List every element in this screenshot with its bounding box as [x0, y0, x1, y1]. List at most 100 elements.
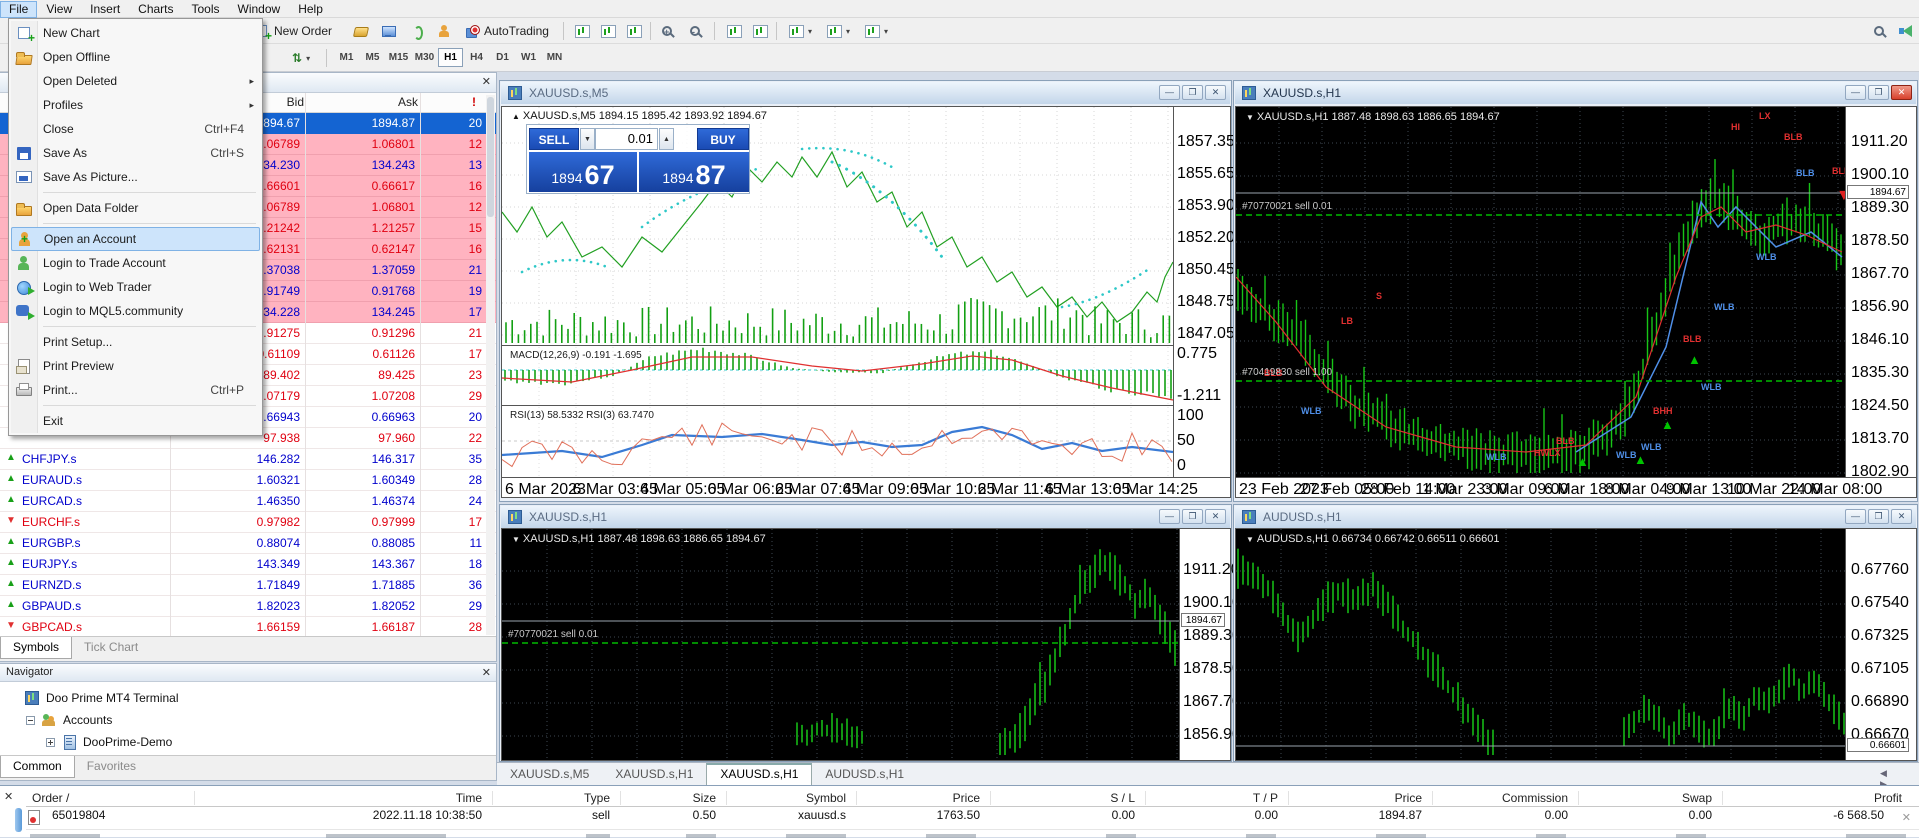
file-menu-item[interactable]: Print Setup... [11, 330, 260, 354]
close-button[interactable]: ✕ [1891, 509, 1912, 524]
indicators-button[interactable]: ▾ [784, 21, 816, 41]
chart-tab[interactable]: XAUUSD.s,M5 [497, 764, 602, 785]
chart-titlebar[interactable]: XAUUSD.s,M5 [501, 82, 1230, 104]
cascade-windows-button[interactable] [748, 21, 772, 41]
pane-divider[interactable] [501, 405, 1174, 406]
file-menu-item[interactable]: New Chart [11, 21, 260, 45]
market-watch-row[interactable]: ▲ EURNZD.s 1.71849 1.71885 36 [0, 575, 496, 596]
price2-column-header[interactable]: Price [1288, 791, 1428, 805]
chart-titlebar[interactable]: AUDUSD.s,H1 [1235, 506, 1916, 528]
restore-button[interactable]: ❐ [1868, 85, 1889, 100]
close-button[interactable]: ✕ [1205, 509, 1226, 524]
file-menu-item[interactable]: Login to Web Trader [11, 275, 260, 299]
file-menu-item[interactable]: Profiles ▸ [11, 93, 260, 117]
profit-column-header[interactable]: Profit [1722, 791, 1908, 805]
minimize-button[interactable]: — [1159, 85, 1180, 100]
autotrading-button[interactable]: AutoTrading [460, 21, 553, 41]
close-button[interactable]: ✕ [1205, 85, 1226, 100]
restore-button[interactable]: ❐ [1182, 509, 1203, 524]
notifications-button[interactable] [1894, 21, 1918, 41]
time-column-header[interactable]: Time [194, 791, 488, 805]
accounts-button[interactable] [432, 21, 456, 41]
tp-column-header[interactable]: T / P [1145, 791, 1284, 805]
timeframe-button[interactable]: MN [542, 48, 567, 67]
symbol-column-header[interactable]: Symbol [726, 791, 852, 805]
terminal-close-icon[interactable]: ✕ [4, 790, 13, 803]
price-column-header[interactable]: Price [856, 791, 986, 805]
file-menu-item[interactable]: Open an Account [11, 227, 260, 251]
column-divider[interactable] [305, 93, 306, 636]
lot-increase-button[interactable]: ▲ [659, 128, 674, 150]
chart-tab[interactable]: AUDUSD.s,H1 [812, 764, 917, 785]
swap-column-header[interactable]: Swap [1578, 791, 1718, 805]
timeframe-button[interactable]: H1 [438, 48, 463, 67]
chart-tab[interactable]: XAUUSD.s,H1 [602, 764, 706, 785]
navigator-close-icon[interactable]: ✕ [482, 666, 491, 679]
market-watch-row[interactable]: ▲ EURGBP.s 0.88074 0.88085 11 [0, 533, 496, 554]
menu-item[interactable]: Charts [129, 1, 182, 18]
pane-divider[interactable] [501, 345, 1174, 346]
chart-tab[interactable]: XAUUSD.s,H1 [706, 763, 812, 786]
search-button[interactable] [1870, 21, 1888, 41]
file-menu-item[interactable]: Print Preview [11, 354, 260, 378]
market-watch-row[interactable]: ▲ EURAUD.s 1.60321 1.60349 28 [0, 470, 496, 491]
templates-button[interactable]: ▾ [860, 21, 892, 41]
file-menu-item[interactable]: Open Deleted ▸ [11, 69, 260, 93]
market-watch-row[interactable]: ▲ CHFJPY.s 146.282 146.317 35 [0, 449, 496, 470]
market-watch-tab[interactable]: Tick Chart [72, 637, 150, 658]
market-watch-row[interactable]: ▲ EURJPY.s 143.349 143.367 18 [0, 554, 496, 575]
close-button[interactable]: ✕ [1891, 85, 1912, 100]
file-menu-item[interactable]: Login to MQL5.community [11, 299, 260, 323]
file-menu-item[interactable] [11, 323, 260, 330]
signals-button[interactable] [404, 21, 428, 41]
menu-item[interactable]: Help [289, 1, 332, 18]
market-watch-row[interactable]: ▼ EURCHF.s 0.97982 0.97999 17 [0, 512, 496, 533]
timeframe-button[interactable]: D1 [490, 48, 515, 67]
file-menu-item[interactable]: Login to Trade Account [11, 251, 260, 275]
market-watch-tab[interactable]: Symbols [0, 637, 72, 659]
menu-item[interactable]: View [37, 1, 81, 18]
menu-item[interactable]: Window [229, 1, 290, 18]
file-menu-item[interactable]: Print... Ctrl+P [11, 378, 260, 402]
minimize-button[interactable]: — [1159, 509, 1180, 524]
timeframe-button[interactable]: M1 [334, 48, 359, 67]
file-menu-item[interactable]: Close Ctrl+F4 [11, 117, 260, 141]
buy-button[interactable]: BUY [697, 128, 749, 150]
close-position-icon[interactable]: ✕ [1902, 811, 1911, 824]
timeframe-button[interactable]: H4 [464, 48, 489, 67]
market-watch-close-icon[interactable]: ✕ [482, 76, 491, 88]
periods-button[interactable]: ▾ [822, 21, 854, 41]
timeframe-button[interactable]: W1 [516, 48, 541, 67]
chart-titlebar[interactable]: XAUUSD.s,H1 [501, 506, 1230, 528]
timeframe-button[interactable]: M30 [412, 48, 437, 67]
chart-shift-button[interactable] [570, 21, 594, 41]
navigator-tab[interactable]: Common [0, 756, 75, 778]
chart-autoscroll-button[interactable] [596, 21, 620, 41]
chart-titlebar[interactable]: XAUUSD.s,H1 [1235, 82, 1916, 104]
timeframe-button[interactable]: M15 [386, 48, 411, 67]
market-watch-toolbar-button[interactable] [348, 21, 372, 41]
file-menu-item[interactable]: Save As Ctrl+S [11, 141, 260, 165]
restore-button[interactable]: ❐ [1182, 85, 1203, 100]
market-watch-scrollbar[interactable] [486, 95, 495, 635]
navigator-root-item[interactable]: Doo Prime MT4 Terminal [24, 688, 178, 708]
chart2-price-axis[interactable] [1846, 106, 1917, 478]
navigator-accounts-item[interactable]: Accounts [26, 710, 112, 730]
order-row[interactable]: 65019804 2022.11.18 10:38:50 sell 0.50 x… [26, 807, 1919, 830]
commission-column-header[interactable]: Commission [1432, 791, 1574, 805]
size-column-header[interactable]: Size [620, 791, 722, 805]
order-column-header[interactable]: Order / [30, 791, 190, 805]
file-menu-item[interactable]: Open Data Folder [11, 196, 260, 220]
tile-windows-button[interactable] [722, 21, 746, 41]
minimize-button[interactable]: — [1845, 85, 1866, 100]
lot-dropdown-button[interactable]: ▼ [580, 128, 595, 150]
chart-mode-button[interactable] [622, 21, 646, 41]
terminal-scrollbar[interactable] [15, 808, 22, 832]
market-watch-row[interactable]: ▼ GBPCAD.s 1.66159 1.66187 28 [0, 617, 496, 638]
zoom-out-button[interactable]: - [686, 21, 704, 41]
timeframe-button[interactable]: M5 [360, 48, 385, 67]
terminal-toolbar-button[interactable] [376, 21, 400, 41]
symbol-arrange-button[interactable]: ⇅▾ [288, 48, 314, 68]
expand-expander-icon[interactable] [46, 738, 55, 747]
spread-column-header[interactable]: ! [462, 95, 476, 109]
